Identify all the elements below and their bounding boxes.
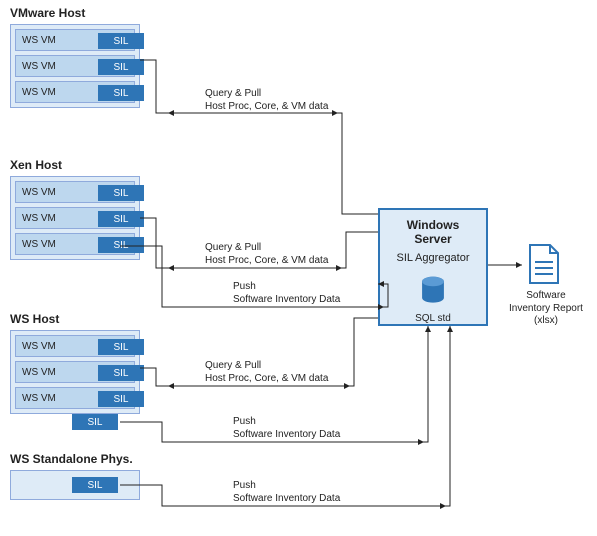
sil-badge: SIL — [98, 365, 144, 381]
edge-push1-label: PushSoftware Inventory Data — [233, 281, 340, 306]
server-db: SQL std — [388, 313, 478, 324]
xen-host-box: WS VMSIL WS VMSIL WS VMSIL — [10, 176, 140, 260]
vm-row: WS VMSIL — [15, 233, 135, 255]
server-sub: SIL Aggregator — [388, 252, 478, 264]
server-title: Windows Server — [388, 218, 478, 246]
vmware-host-box: WS VMSIL WS VMSIL WS VMSIL — [10, 24, 140, 108]
vm-label: WS VM — [22, 367, 56, 378]
report-l1: Software — [526, 290, 565, 301]
vm-label: WS VM — [22, 239, 56, 250]
edge-push2-label: PushSoftware Inventory Data — [233, 416, 340, 441]
vmware-host-title: VMware Host — [10, 6, 85, 20]
edge-push3-label: PushSoftware Inventory Data — [233, 480, 340, 505]
database-icon — [419, 276, 447, 306]
vm-label: WS VM — [22, 35, 56, 46]
standalone-title: WS Standalone Phys. — [10, 452, 133, 466]
report-l2: Inventory Report — [509, 303, 583, 314]
vm-row: WS VMSIL — [15, 387, 135, 409]
standalone-sil: SIL — [72, 477, 118, 493]
vm-row: WS VMSIL — [15, 207, 135, 229]
vm-label: WS VM — [22, 393, 56, 404]
vm-row: WS VMSIL — [15, 55, 135, 77]
ws-host-extra-sil: SIL — [72, 414, 118, 430]
edge-vmware-label: Query & PullHost Proc, Core, & VM data — [205, 88, 328, 113]
sil-badge: SIL — [98, 339, 144, 355]
edge-xen-label: Query & PullHost Proc, Core, & VM data — [205, 242, 328, 267]
sil-badge: SIL — [98, 185, 144, 201]
edge-wshost-label: Query & PullHost Proc, Core, & VM data — [205, 360, 328, 385]
report-l3: (xlsx) — [534, 315, 558, 326]
vm-label: WS VM — [22, 61, 56, 72]
vm-row: WS VMSIL — [15, 29, 135, 51]
sil-badge: SIL — [98, 237, 144, 253]
sil-badge: SIL — [98, 391, 144, 407]
report-file-icon — [527, 244, 561, 284]
ws-host-box: WS VMSIL WS VMSIL WS VMSIL — [10, 330, 140, 414]
ws-host-title: WS Host — [10, 312, 59, 326]
report-label: Software Inventory Report (xlsx) — [506, 290, 586, 328]
xen-host-title: Xen Host — [10, 158, 62, 172]
vm-label: WS VM — [22, 341, 56, 352]
sil-badge: SIL — [98, 211, 144, 227]
vm-label: WS VM — [22, 187, 56, 198]
windows-server-box: Windows Server SIL Aggregator SQL std — [378, 208, 488, 326]
vm-row: WS VMSIL — [15, 361, 135, 383]
vm-row: WS VMSIL — [15, 335, 135, 357]
vm-label: WS VM — [22, 213, 56, 224]
sil-badge: SIL — [98, 33, 144, 49]
sil-badge: SIL — [98, 59, 144, 75]
vm-row: WS VMSIL — [15, 81, 135, 103]
sil-badge: SIL — [98, 85, 144, 101]
vm-label: WS VM — [22, 87, 56, 98]
vm-row: WS VMSIL — [15, 181, 135, 203]
